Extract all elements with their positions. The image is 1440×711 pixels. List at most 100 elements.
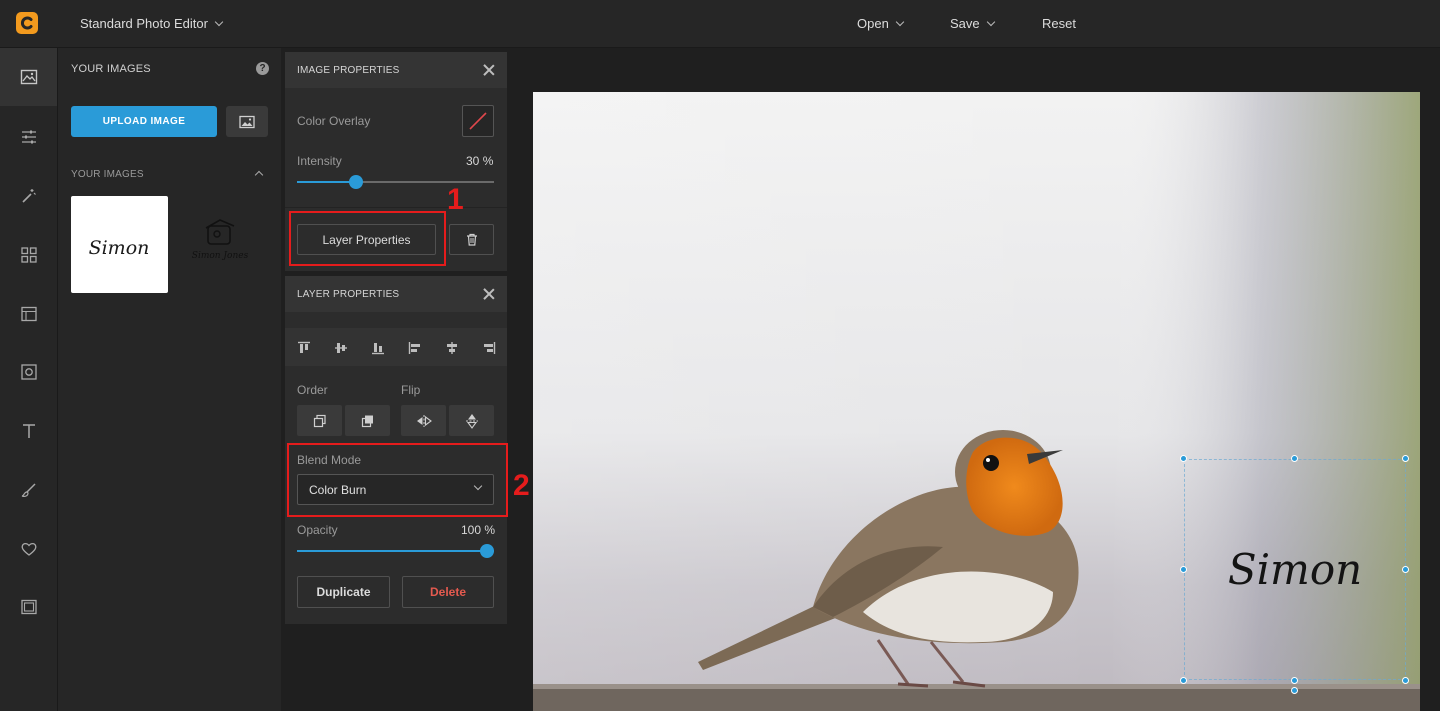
layer-selection-box[interactable] (1184, 459, 1406, 680)
thumbnail-signature-text: Simon (89, 237, 150, 259)
top-bar: Standard Photo Editor Open Save Reset (0, 0, 1440, 48)
opacity-label: Opacity (297, 523, 338, 537)
border-icon (20, 599, 37, 615)
brush-icon (21, 483, 36, 497)
flip-horizontal-button[interactable] (401, 405, 446, 436)
rail-item-borders[interactable] (0, 578, 57, 636)
text-icon (22, 424, 35, 438)
resize-handle-top-right[interactable] (1402, 455, 1409, 462)
bring-forward-button[interactable] (297, 405, 342, 436)
heart-icon (21, 542, 36, 556)
signature-thumbnail-graphic: Simon (89, 237, 150, 259)
alignment-toolbar (285, 328, 507, 366)
rail-item-stickers[interactable] (0, 520, 57, 578)
flip-label: Flip (401, 383, 421, 397)
logo-thumbnail-graphic: Simon Jones (192, 219, 249, 261)
resize-handle-right[interactable] (1402, 566, 1409, 573)
help-icon[interactable]: ? (256, 62, 269, 75)
grid-icon (20, 247, 37, 263)
rail-item-textures[interactable] (0, 285, 57, 343)
resize-handle-bottom-left[interactable] (1180, 677, 1187, 684)
opacity-slider-handle[interactable] (480, 544, 494, 558)
editor-mode-dropdown[interactable]: Standard Photo Editor (80, 16, 224, 31)
rail-item-effects[interactable] (0, 167, 57, 225)
rail-item-layouts[interactable] (0, 226, 57, 284)
chevron-down-icon (986, 17, 995, 27)
thumbnail-logo-text: Simon Jones (192, 251, 249, 261)
align-top-icon[interactable] (297, 341, 311, 355)
texture-icon (20, 306, 37, 322)
color-overlay-swatch[interactable] (462, 105, 494, 137)
resize-handle-top-left[interactable] (1180, 455, 1187, 462)
intensity-number: 30 (466, 154, 480, 168)
flip-vertical-button[interactable] (449, 405, 494, 436)
resize-handle-left[interactable] (1180, 566, 1187, 573)
intensity-label: Intensity (297, 154, 342, 168)
upload-image-button[interactable]: UPLOAD IMAGE (71, 106, 217, 137)
close-icon[interactable] (483, 64, 495, 76)
send-backward-icon (361, 415, 373, 427)
opacity-number: 100 (461, 523, 482, 537)
annotation-marker-1: 1 (447, 183, 464, 216)
color-overlay-label: Color Overlay (297, 114, 371, 128)
resize-handle-top[interactable] (1291, 455, 1298, 462)
trash-icon (466, 233, 477, 246)
rail-item-images[interactable] (0, 48, 57, 106)
chevron-down-icon (895, 17, 905, 27)
align-vertical-center-icon[interactable] (334, 341, 348, 355)
image-properties-title: IMAGE PROPERTIES (297, 64, 400, 76)
layer-properties-title: LAYER PROPERTIES (297, 288, 400, 300)
photo-library-icon (239, 115, 255, 128)
delete-button[interactable]: Delete (402, 576, 494, 608)
rotate-handle[interactable] (1291, 687, 1298, 694)
app-logo[interactable] (16, 12, 38, 34)
no-color-icon (469, 112, 487, 130)
annotation-marker-2: 2 (513, 469, 530, 502)
your-images-section-label: YOUR IMAGES (71, 169, 144, 180)
magic-wand-icon (21, 189, 36, 203)
open-menu[interactable]: Open (857, 16, 905, 31)
delete-layer-button[interactable] (449, 224, 494, 255)
open-menu-label: Open (857, 16, 889, 31)
divider (285, 207, 507, 208)
intensity-unit: % (482, 154, 494, 168)
annotation-highlight-1 (289, 211, 446, 266)
opacity-unit: % (484, 523, 496, 537)
rail-item-text[interactable] (0, 402, 57, 460)
flip-vertical-icon (465, 413, 478, 429)
opacity-slider-fill (297, 550, 494, 552)
frame-icon (20, 364, 37, 380)
save-menu[interactable]: Save (950, 16, 995, 31)
send-backward-button[interactable] (345, 405, 390, 436)
image-thumbnail-logo[interactable]: Simon Jones (184, 208, 256, 280)
save-menu-label: Save (950, 16, 980, 31)
rail-item-adjust[interactable] (0, 108, 57, 166)
tool-rail (0, 48, 58, 711)
image-thumbnail-signature[interactable]: Simon (71, 196, 168, 293)
align-horizontal-center-icon[interactable] (445, 341, 459, 355)
chevron-up-icon[interactable] (254, 170, 264, 180)
align-bottom-icon[interactable] (371, 341, 385, 355)
order-label: Order (297, 383, 328, 397)
align-left-icon[interactable] (408, 341, 422, 355)
image-properties-header: IMAGE PROPERTIES (285, 52, 507, 88)
app-title: Standard Photo Editor (80, 16, 208, 31)
resize-handle-bottom-right[interactable] (1402, 677, 1409, 684)
image-library-button[interactable] (226, 106, 268, 137)
rail-item-draw[interactable] (0, 461, 57, 519)
rail-item-frames[interactable] (0, 343, 57, 401)
intensity-value: 30 % (466, 154, 493, 168)
bring-forward-icon (313, 414, 326, 427)
resize-handle-bottom[interactable] (1291, 677, 1298, 684)
intensity-slider-handle[interactable] (349, 175, 363, 189)
close-icon[interactable] (483, 288, 495, 300)
sliders-icon (21, 130, 36, 144)
duplicate-button[interactable]: Duplicate (297, 576, 390, 608)
flip-horizontal-icon (416, 414, 432, 427)
panel-title: YOUR IMAGES (71, 63, 151, 75)
chevron-down-icon (214, 17, 224, 27)
align-right-icon[interactable] (482, 341, 496, 355)
annotation-highlight-2 (287, 443, 508, 517)
reset-button[interactable]: Reset (1042, 16, 1076, 31)
layer-properties-header: LAYER PROPERTIES (285, 276, 507, 312)
